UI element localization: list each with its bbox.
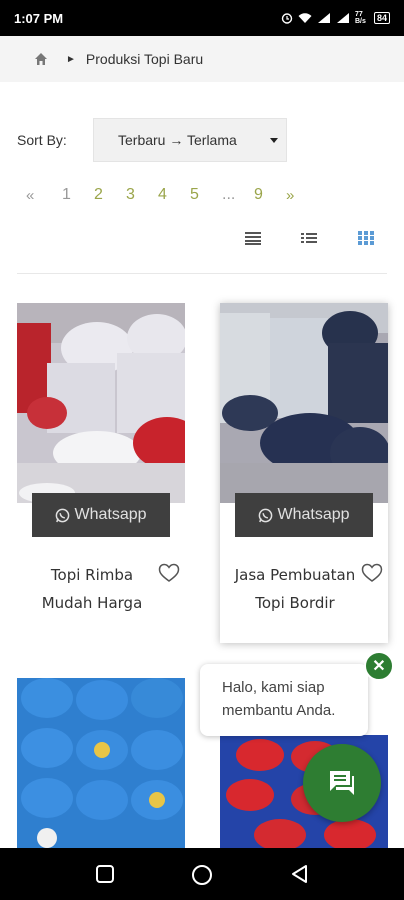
breadcrumb-current: Produksi Topi Baru [85,51,204,67]
page-last[interactable]: 9 [254,186,286,204]
product-title-line2: Mudah Harga [41,594,143,612]
view-mode-toggle [0,231,404,247]
page-next[interactable]: » [286,187,306,204]
recents-icon[interactable] [95,864,115,884]
chat-line2: membantu Anda. [222,702,336,719]
back-icon[interactable] [290,864,310,884]
whatsapp-label: Whatsapp [74,506,147,523]
product-title[interactable]: Jasa Pembuatan Topi Bordir [211,561,379,617]
page-prev[interactable]: « [26,187,62,204]
chat-button[interactable] [303,744,381,822]
close-icon[interactable]: ✕ [364,651,394,681]
wifi-icon [298,13,312,23]
product-image[interactable] [17,678,185,848]
sort-selected-value: Terbaru → Terlama [118,132,237,148]
breadcrumb: ► Produksi Topi Baru [0,36,404,82]
product-title-line1: Jasa Pembuatan [234,566,356,584]
product-card[interactable]: Whatsapp Topi Rimba Mudah Harga [17,303,185,643]
product-card[interactable] [17,678,185,848]
page-2[interactable]: 2 [94,186,126,204]
product-title-line1: Topi Rimba [50,566,134,584]
page-5[interactable]: 5 [190,186,222,204]
status-icons: 77 B/s 84 [281,11,390,25]
whatsapp-icon [56,508,70,522]
chat-icon [330,771,354,795]
list-compact-icon[interactable] [245,231,261,245]
page-ellipsis: ... [222,186,236,203]
signal-icon-2 [336,13,349,23]
product-card[interactable]: Whatsapp Jasa Pembuatan Topi Bordir [220,303,388,643]
page-4[interactable]: 4 [158,186,190,204]
home-nav-icon[interactable] [191,864,213,886]
product-image[interactable] [220,303,388,503]
whatsapp-button[interactable]: Whatsapp [32,493,170,537]
list-icon[interactable] [301,231,317,245]
battery-icon: 84 [373,12,390,24]
chat-bubble[interactable]: Halo, kami siap membantu Anda. [200,664,368,736]
page-3[interactable]: 3 [126,186,158,204]
sort-row: Sort By: Terbaru → Terlama [17,118,387,162]
signal-icon [317,13,330,23]
system-nav-bar [0,848,404,900]
heart-icon[interactable] [361,563,383,583]
status-time: 1:07 PM [14,10,64,26]
whatsapp-button[interactable]: Whatsapp [235,493,373,537]
whatsapp-icon [259,508,273,522]
sort-select[interactable]: Terbaru → Terlama [93,118,287,162]
network-speed: 77 B/s [354,11,366,25]
sort-label: Sort By: [17,132,67,148]
alarm-icon [281,13,293,24]
status-bar: 1:07 PM 77 B/s 84 [0,0,404,36]
pagination: « 1 2 3 4 5 ... 9 » [26,184,306,206]
product-title-line2: Topi Bordir [255,594,335,612]
heart-icon[interactable] [158,563,180,583]
product-image[interactable] [17,303,185,503]
chevron-right-icon: ► [66,53,76,65]
chat-line1: Halo, kami siap [222,679,325,696]
page-1[interactable]: 1 [62,186,94,204]
whatsapp-label: Whatsapp [277,506,350,523]
grid-icon[interactable] [358,231,374,245]
chevron-down-icon [270,138,278,143]
divider [17,273,387,274]
home-icon[interactable] [34,52,48,66]
product-title[interactable]: Topi Rimba Mudah Harga [8,561,176,617]
